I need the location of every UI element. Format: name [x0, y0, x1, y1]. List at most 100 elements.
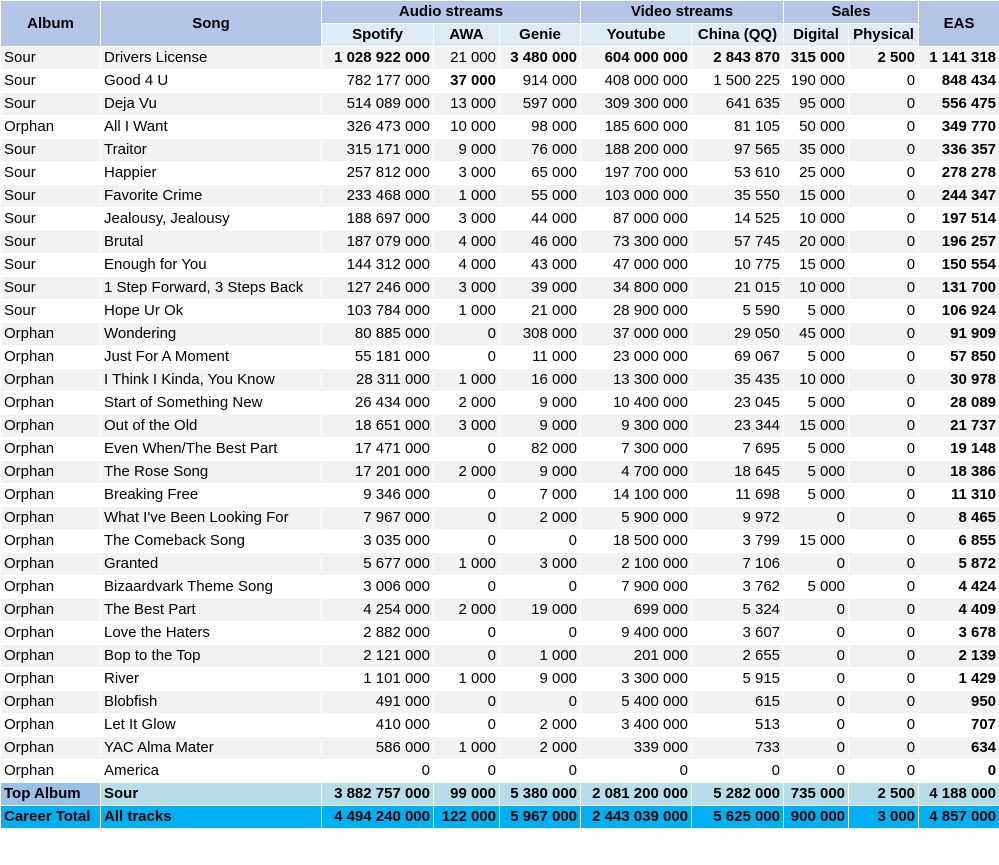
value-cell: 57 745: [691, 230, 785, 254]
value-cell: 0: [498, 759, 582, 783]
value-cell: 2 000: [498, 506, 582, 530]
value-cell: 39 000: [498, 276, 582, 300]
value-cell: 0: [848, 92, 920, 116]
value-cell: 0: [848, 506, 920, 530]
value-cell: 7 000: [498, 483, 582, 507]
value-cell: 0: [848, 713, 920, 737]
summary-value-cell: 99 000: [433, 782, 500, 806]
song-cell: Let It Glow: [100, 713, 322, 737]
value-cell: 9 000: [498, 391, 582, 415]
song-cell: Start of Something New: [100, 391, 322, 415]
value-cell: 80 885 000: [321, 322, 434, 346]
album-cell: Orphan: [0, 506, 101, 530]
song-cell: River: [100, 667, 322, 691]
value-cell: 37 000: [433, 69, 500, 93]
value-cell: 2 000: [433, 460, 500, 484]
value-cell: 53 610: [691, 161, 785, 185]
value-cell: 46 000: [498, 230, 582, 254]
value-cell: 0: [783, 759, 850, 783]
value-cell: 0: [848, 230, 920, 254]
value-cell: 0: [848, 460, 920, 484]
value-cell: 5 000: [783, 460, 850, 484]
value-cell: 0: [783, 598, 850, 622]
album-cell: Sour: [0, 69, 101, 93]
value-cell: 586 000: [321, 736, 434, 760]
song-cell: The Comeback Song: [100, 529, 322, 553]
song-cell: Deja Vu: [100, 92, 322, 116]
song-cell: The Best Part: [100, 598, 322, 622]
value-cell: 308 000: [498, 322, 582, 346]
song-cell: I Think I Kinda, You Know: [100, 368, 322, 392]
value-cell: 0: [433, 345, 500, 369]
value-cell: 103 000 000: [580, 184, 693, 208]
value-cell: 9 300 000: [580, 414, 693, 438]
table-row: Orphan YAC Alma Mater 586 000 1 000 2 000 339…: [0, 736, 999, 760]
value-cell: 5 000: [783, 391, 850, 415]
value-cell: 29 050: [691, 322, 785, 346]
eas-cell: 106 924: [918, 299, 999, 323]
song-cell: 1 Step Forward, 3 Steps Back: [100, 276, 322, 300]
song-cell: Just For A Moment: [100, 345, 322, 369]
song-cell: Even When/The Best Part: [100, 437, 322, 461]
value-cell: 127 246 000: [321, 276, 434, 300]
eas-cell: 91 909: [918, 322, 999, 346]
value-cell: 315 000: [783, 46, 850, 70]
value-cell: 0: [691, 759, 785, 783]
album-cell: Sour: [0, 253, 101, 277]
song-cell: Jealousy, Jealousy: [100, 207, 322, 231]
table-row: Orphan What I've Been Looking For 7 967 00…: [0, 506, 999, 530]
value-cell: 257 812 000: [321, 161, 434, 185]
header-awa: AWA: [433, 23, 500, 47]
eas-cell: 556 475: [918, 92, 999, 116]
table-row: Sour Happier 257 812 000 3 000 65 000 197 700…: [0, 161, 999, 185]
value-cell: 0: [433, 529, 500, 553]
table-row: Orphan Wondering 80 885 000 0 308 000 37 000 …: [0, 322, 999, 346]
value-cell: 0: [783, 667, 850, 691]
summary-name: Sour: [100, 782, 322, 806]
value-cell: 37 000 000: [580, 322, 693, 346]
value-cell: 0: [433, 322, 500, 346]
value-cell: 733: [691, 736, 785, 760]
table-row: Orphan Just For A Moment 55 181 000 0 11 000…: [0, 345, 999, 369]
album-cell: Sour: [0, 276, 101, 300]
value-cell: 1 500 225: [691, 69, 785, 93]
header-physical: Physical: [848, 23, 920, 47]
value-cell: 23 000 000: [580, 345, 693, 369]
summary-eas-cell: 4 188 000: [918, 782, 999, 806]
value-cell: 21 000: [498, 299, 582, 323]
song-cell: Out of the Old: [100, 414, 322, 438]
table-row: Sour Drivers License 1 028 922 000 21 000 3 …: [0, 46, 999, 70]
header-sales: Sales: [783, 0, 920, 24]
value-cell: 1 028 922 000: [321, 46, 434, 70]
value-cell: 87 000 000: [580, 207, 693, 231]
eas-cell: 4 424: [918, 575, 999, 599]
table-row: Orphan America 0 0 0 0 0 0 0 0: [0, 759, 999, 783]
summary-value-cell: 5 380 000: [498, 782, 582, 806]
value-cell: 95 000: [783, 92, 850, 116]
value-cell: 5 677 000: [321, 552, 434, 576]
summary-name: All tracks: [100, 805, 322, 829]
value-cell: 25 000: [783, 161, 850, 185]
eas-cell: 6 855: [918, 529, 999, 553]
song-cell: Breaking Free: [100, 483, 322, 507]
value-cell: 0: [848, 69, 920, 93]
value-cell: 0: [783, 506, 850, 530]
album-cell: Orphan: [0, 368, 101, 392]
value-cell: 47 000 000: [580, 253, 693, 277]
table-row: Orphan River 1 101 000 1 000 9 000 3 300 000 5…: [0, 667, 999, 691]
value-cell: 5 000: [783, 299, 850, 323]
value-cell: 0: [433, 713, 500, 737]
album-cell: Orphan: [0, 759, 101, 783]
header-eas: EAS: [918, 0, 999, 47]
value-cell: 5 400 000: [580, 690, 693, 714]
value-cell: 144 312 000: [321, 253, 434, 277]
eas-cell: 197 514: [918, 207, 999, 231]
value-cell: 408 000 000: [580, 69, 693, 93]
value-cell: 5 915: [691, 667, 785, 691]
value-cell: 3 300 000: [580, 667, 693, 691]
value-cell: 0: [848, 437, 920, 461]
value-cell: 43 000: [498, 253, 582, 277]
value-cell: 1 000: [433, 736, 500, 760]
value-cell: 76 000: [498, 138, 582, 162]
header-digital: Digital: [783, 23, 850, 47]
